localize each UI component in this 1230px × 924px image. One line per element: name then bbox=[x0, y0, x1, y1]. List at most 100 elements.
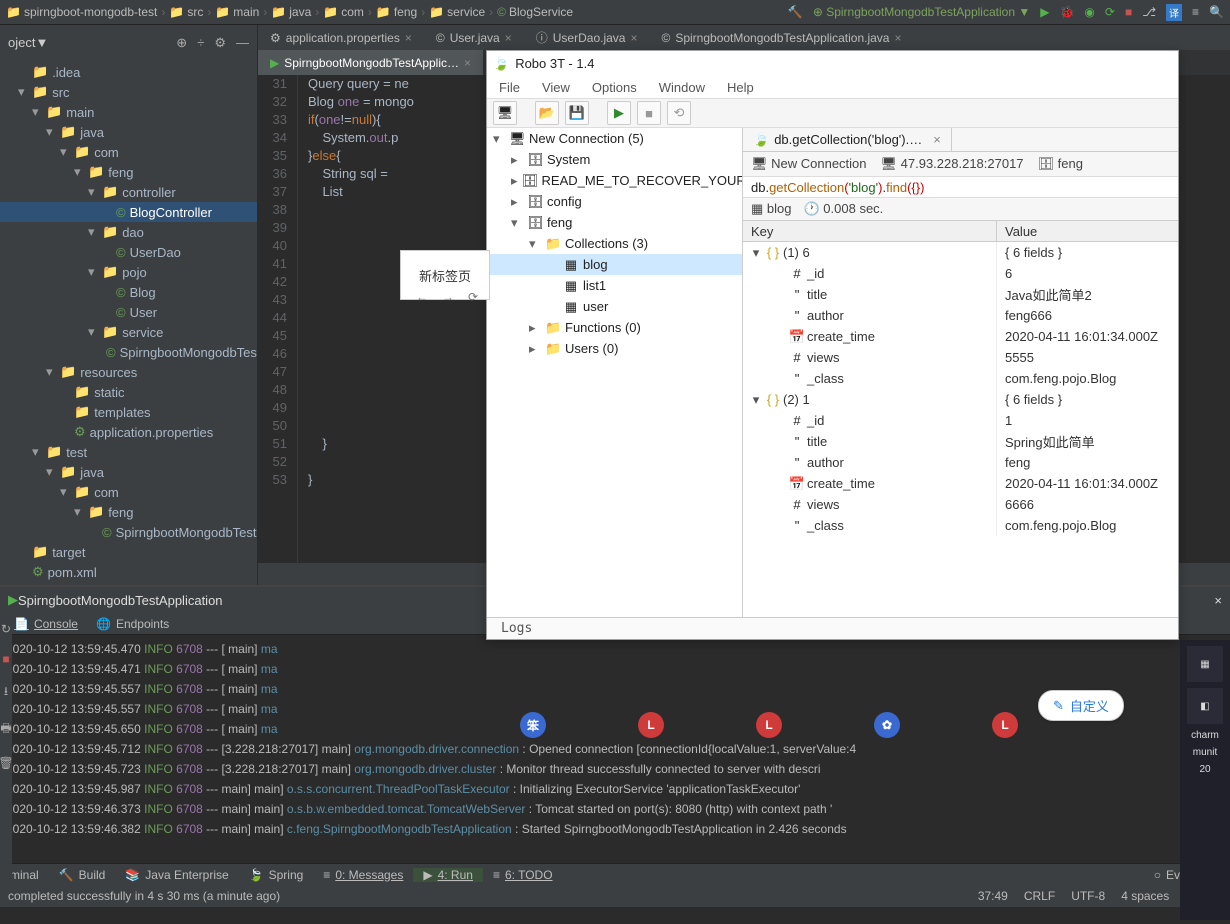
robo-menu-window[interactable]: Window bbox=[659, 80, 705, 95]
doc-field-author[interactable]: "authorfeng bbox=[743, 452, 1178, 473]
project-item-service[interactable]: ▾📁service bbox=[0, 322, 257, 342]
breadcrumb-java[interactable]: 📁java bbox=[271, 5, 311, 19]
robo-tree-user[interactable]: ▦user bbox=[487, 296, 742, 317]
doc-field-views[interactable]: #views6666 bbox=[743, 494, 1178, 515]
editor-tab-application-properties[interactable]: ⚙application.properties× bbox=[258, 25, 424, 50]
project-item-controller[interactable]: ▾📁controller bbox=[0, 182, 257, 202]
search-icon[interactable]: 🔍 bbox=[1209, 5, 1224, 19]
translate-icon[interactable]: 译 bbox=[1166, 4, 1182, 21]
breadcrumb-file[interactable]: ©BlogService bbox=[497, 5, 573, 19]
robo-connect-icon[interactable]: 🖥 bbox=[493, 101, 517, 125]
project-item-target[interactable]: 📁target bbox=[0, 542, 257, 562]
console-output[interactable]: 2020-10-12 13:59:45.470 INFO 6708 --- [ … bbox=[0, 635, 1230, 863]
robo-tree-system[interactable]: ▸🗄System bbox=[487, 149, 742, 170]
todo-icon[interactable]: ≡ bbox=[1192, 5, 1199, 19]
robo-save-icon[interactable]: 💾 bbox=[565, 101, 589, 125]
grid-header-key[interactable]: Key bbox=[743, 221, 997, 241]
robo-stop-icon[interactable]: ■ bbox=[637, 101, 661, 125]
tab-console[interactable]: 📄Console bbox=[14, 617, 78, 631]
btm-messages[interactable]: ≡ 0: Messages bbox=[313, 868, 413, 882]
project-item-java[interactable]: ▾📁java bbox=[0, 122, 257, 142]
project-item-templates[interactable]: 📁templates bbox=[0, 402, 257, 422]
editor-tab-spirngbootmongodbtestapplication-java[interactable]: ©SpirngbootMongodbTestApplication.java× bbox=[649, 25, 913, 50]
status-indent[interactable]: 4 spaces bbox=[1113, 889, 1177, 903]
rail-trash-icon[interactable]: 🗑 bbox=[0, 756, 14, 770]
btm-java-ee[interactable]: 📚 Java Enterprise bbox=[115, 868, 238, 882]
project-item-userdao[interactable]: ©UserDao bbox=[0, 242, 257, 262]
rail-down-icon[interactable]: ⭳ bbox=[4, 682, 8, 703]
robo-tree-read_me_to_recover_your_-[interactable]: ▸🗄READ_ME_TO_RECOVER_YOUR_… bbox=[487, 170, 742, 191]
project-item-spirngboot-mongodb-test-iml[interactable]: ⚙spirngboot-mongodb-test.iml bbox=[0, 582, 257, 585]
rail-rerun-icon[interactable]: ↻ bbox=[1, 622, 11, 636]
doc-field-create_time[interactable]: 📅create_time2020-04-11 16:01:34.000Z bbox=[743, 473, 1178, 494]
run-close-icon[interactable]: × bbox=[1206, 593, 1230, 608]
robo-tab-blog-query[interactable]: 🍃 db.getCollection('blog').… × bbox=[743, 128, 952, 151]
tab-endpoints[interactable]: 🌐Endpoints bbox=[96, 617, 169, 631]
project-item-feng[interactable]: ▾📁feng bbox=[0, 162, 257, 182]
vcs-icon[interactable]: ⎇ bbox=[1142, 5, 1156, 19]
editor-tab-spirngbootmongodbtestapplic-[interactable]: ▶SpirngbootMongodbTestApplic…× bbox=[258, 50, 483, 75]
rail-stop-icon[interactable]: ■ bbox=[2, 652, 9, 666]
robo-menu-options[interactable]: Options bbox=[592, 80, 637, 95]
robo-tree-blog[interactable]: ▦blog bbox=[487, 254, 742, 275]
shortcut-3[interactable]: L bbox=[756, 712, 782, 738]
project-item-feng[interactable]: ▾📁feng bbox=[0, 502, 257, 522]
btm-spring[interactable]: 🍃 Spring bbox=[239, 868, 314, 882]
project-item-application-properties[interactable]: ⚙application.properties bbox=[0, 422, 257, 442]
breadcrumb-feng[interactable]: 📁feng bbox=[376, 5, 417, 19]
project-item-static[interactable]: 📁static bbox=[0, 382, 257, 402]
customize-button[interactable]: ✎自定义 bbox=[1038, 690, 1124, 721]
build-icon[interactable]: 🔨 bbox=[788, 5, 803, 19]
robo-query-editor[interactable]: db.getCollection('blog').find({}) bbox=[743, 176, 1178, 198]
project-item-com[interactable]: ▾📁com bbox=[0, 482, 257, 502]
rail-print-icon[interactable]: 🖶 bbox=[0, 719, 11, 740]
project-item-test[interactable]: ▾📁test bbox=[0, 442, 257, 462]
doc-field-_class[interactable]: "_classcom.feng.pojo.Blog bbox=[743, 515, 1178, 536]
taskbar-app-2[interactable]: ◧ bbox=[1187, 688, 1223, 724]
robo-execute-icon[interactable]: ▶ bbox=[607, 101, 631, 125]
doc-field-_class[interactable]: "_classcom.feng.pojo.Blog bbox=[743, 368, 1178, 389]
doc-field-title[interactable]: "titleSpring如此简单 bbox=[743, 431, 1178, 452]
shortcut-1[interactable]: 笨 bbox=[520, 712, 546, 738]
project-item-user[interactable]: ©User bbox=[0, 302, 257, 322]
project-item-dao[interactable]: ▾📁dao bbox=[0, 222, 257, 242]
stop-icon[interactable]: ■ bbox=[1125, 5, 1132, 19]
debug-icon[interactable]: 🐞 bbox=[1059, 5, 1074, 19]
robo-connection-tree[interactable]: ▾🖥New Connection (5) ▸🗄System▸🗄READ_ME_T… bbox=[487, 128, 743, 617]
project-item-java[interactable]: ▾📁java bbox=[0, 462, 257, 482]
robo-status-bar[interactable]: Logs bbox=[487, 617, 1178, 639]
robo-tree-list1[interactable]: ▦list1 bbox=[487, 275, 742, 296]
robo-menu-view[interactable]: View bbox=[542, 80, 570, 95]
status-encoding[interactable]: UTF-8 bbox=[1063, 889, 1113, 903]
breadcrumb-main[interactable]: 📁main bbox=[215, 5, 259, 19]
breadcrumb-root[interactable]: 📁spirngboot-mongodb-test bbox=[6, 5, 157, 19]
browser-reload-icon[interactable]: ⟳ bbox=[468, 290, 478, 304]
btm-run[interactable]: ▶ 4: Run bbox=[413, 868, 483, 882]
robo-title-bar[interactable]: 🍃 Robo 3T - 1.4 bbox=[487, 51, 1178, 76]
project-item-pojo[interactable]: ▾📁pojo bbox=[0, 262, 257, 282]
project-item-resources[interactable]: ▾📁resources bbox=[0, 362, 257, 382]
robo-result-grid[interactable]: Key Value ▾{ }(1) 6{ 6 fields }#_id6"tit… bbox=[743, 220, 1178, 617]
doc-field-_id[interactable]: #_id1 bbox=[743, 410, 1178, 431]
project-item-pom-xml[interactable]: ⚙pom.xml bbox=[0, 562, 257, 582]
collapse-icon[interactable]: — bbox=[236, 35, 249, 51]
grid-header-value[interactable]: Value bbox=[997, 221, 1178, 241]
robo-menu-help[interactable]: Help bbox=[727, 80, 754, 95]
project-item--idea[interactable]: 📁.idea bbox=[0, 62, 257, 82]
breadcrumb-src[interactable]: 📁src bbox=[169, 5, 203, 19]
doc-row[interactable]: ▾{ }(2) 1{ 6 fields } bbox=[743, 389, 1178, 410]
doc-field-_id[interactable]: #_id6 bbox=[743, 263, 1178, 284]
project-item-src[interactable]: ▾📁src bbox=[0, 82, 257, 102]
robo-tree-feng[interactable]: ▾🗄feng bbox=[487, 212, 742, 233]
editor-tab-userdao-java[interactable]: ⓘUserDao.java× bbox=[524, 25, 650, 50]
shortcut-2[interactable]: L bbox=[638, 712, 664, 738]
project-tool-window[interactable]: oject ▼ ⊕ ÷ ⚙ — 📁.idea▾📁src▾📁main▾📁java▾… bbox=[0, 25, 258, 585]
doc-field-author[interactable]: "authorfeng666 bbox=[743, 305, 1178, 326]
robo-tree-users-0-[interactable]: ▸📁Users (0) bbox=[487, 338, 742, 359]
browser-fwd-icon[interactable]: → bbox=[442, 290, 454, 304]
project-item-main[interactable]: ▾📁main bbox=[0, 102, 257, 122]
doc-field-create_time[interactable]: 📅create_time2020-04-11 16:01:34.000Z bbox=[743, 326, 1178, 347]
project-item-spirngbootmongodbtest[interactable]: ©SpirngbootMongodbTest bbox=[0, 522, 257, 542]
doc-field-views[interactable]: #views5555 bbox=[743, 347, 1178, 368]
project-item-blogcontroller[interactable]: ©BlogController bbox=[0, 202, 257, 222]
